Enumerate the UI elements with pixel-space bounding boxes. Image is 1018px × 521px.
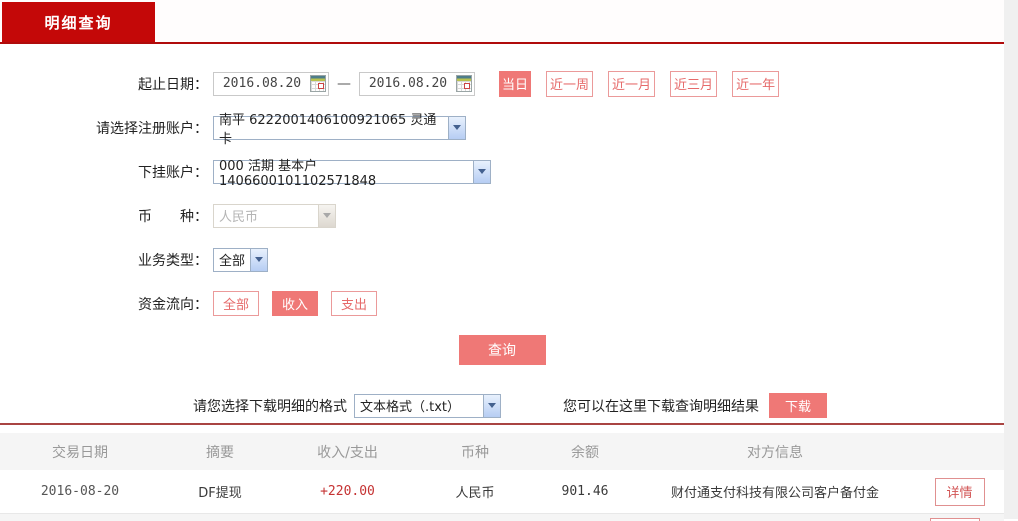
table-row: 2016-08-20 DF提现 +220.00 人民币 901.46 财付通支付… [0, 470, 1004, 514]
tab-bar: 明细查询 [0, 0, 1004, 44]
table-top-divider [0, 423, 1004, 425]
currency-label: 币 种： [138, 208, 208, 225]
table-partial-next-row [0, 514, 1004, 521]
header-summary: 摘要 [206, 444, 234, 461]
results-table: 交易日期 摘要 收入/支出 币种 余额 对方信息 2016-08-20 DF提现… [0, 433, 1004, 521]
fund-flow-income-button[interactable]: 收入 [272, 291, 318, 316]
date-range-row: 起止日期： 2016.08.20 — 2016.08.20 当日 近一周 近一月… [0, 70, 1004, 97]
date-range-separator: — [337, 75, 351, 92]
page-right-margin [1004, 0, 1018, 519]
sub-account-value: 000 活期 基本户 1406600101102571848 [219, 158, 377, 189]
tab-underline [0, 42, 1004, 44]
quick-range-quarter-button[interactable]: 近三月 [670, 70, 718, 97]
cell-balance: 901.46 [561, 484, 609, 499]
fund-flow-expense-button[interactable]: 支出 [331, 291, 377, 316]
table-header-row: 交易日期 摘要 收入/支出 币种 余额 对方信息 [0, 433, 1004, 470]
cell-summary: DF提现 [198, 486, 242, 501]
chevron-down-icon[interactable] [483, 394, 500, 417]
sub-account-row: 下挂账户： 000 活期 基本户 1406600101102571848 [0, 159, 1004, 189]
chevron-down-icon[interactable] [250, 248, 267, 271]
calendar-icon[interactable] [310, 75, 326, 92]
register-account-label: 请选择注册账户： [96, 120, 208, 137]
header-counterparty: 对方信息 [747, 444, 803, 461]
sub-account-label: 下挂账户： [138, 164, 208, 181]
detail-button[interactable]: 详情 [934, 477, 985, 506]
download-hint: 您可以在这里下载查询明细结果 [563, 398, 759, 415]
quick-range-today-button[interactable]: 当日 [499, 70, 532, 97]
page: 明细查询 起止日期： 2016.08.20 — 2016.08.20 当日 近一… [0, 0, 1018, 521]
download-format-label: 请您选择下载明细的格式 [193, 398, 347, 415]
chevron-down-icon[interactable] [448, 116, 465, 139]
register-account-row: 请选择注册账户： 南平 6222001406100921065 灵通卡 [0, 113, 1004, 147]
header-in-out: 收入/支出 [317, 444, 378, 461]
business-type-select[interactable]: 全部 [213, 247, 268, 272]
download-format-select[interactable]: 文本格式（.txt） [354, 393, 501, 418]
sub-account-select[interactable]: 000 活期 基本户 1406600101102571848 [213, 159, 491, 189]
currency-value: 人民币 [219, 210, 259, 225]
cell-amount: +220.00 [320, 484, 375, 499]
end-date-value: 2016.08.20 [368, 76, 448, 91]
query-button-row: 查询 [0, 335, 1004, 365]
cell-currency: 人民币 [455, 486, 495, 501]
business-type-label: 业务类型： [138, 252, 208, 269]
currency-select: 人民币 [213, 203, 336, 228]
download-button[interactable]: 下载 [769, 393, 827, 418]
chevron-down-icon[interactable] [473, 160, 490, 183]
start-date-input[interactable]: 2016.08.20 [213, 71, 329, 96]
tab-detail-query[interactable]: 明细查询 [2, 2, 155, 42]
start-date-value: 2016.08.20 [222, 76, 302, 91]
business-type-row: 业务类型： 全部 [0, 247, 1004, 272]
query-button[interactable]: 查询 [458, 335, 546, 365]
fund-flow-row: 资金流向： 全部 收入 支出 [0, 291, 1004, 316]
business-type-value: 全部 [219, 254, 246, 269]
chevron-down-icon [318, 204, 335, 227]
quick-range-week-button[interactable]: 近一周 [546, 70, 594, 97]
header-date: 交易日期 [52, 444, 108, 461]
download-format-value: 文本格式（.txt） [360, 400, 461, 415]
main-content: 明细查询 起止日期： 2016.08.20 — 2016.08.20 当日 近一… [0, 0, 1004, 521]
fund-flow-label: 资金流向： [138, 296, 208, 313]
end-date-input[interactable]: 2016.08.20 [359, 71, 475, 96]
header-balance: 余额 [571, 444, 599, 461]
date-range-label: 起止日期： [138, 76, 208, 93]
query-form: 起止日期： 2016.08.20 — 2016.08.20 当日 近一周 近一月… [0, 70, 1004, 365]
cell-date: 2016-08-20 [40, 484, 120, 499]
calendar-icon[interactable] [456, 75, 472, 92]
cell-counterparty: 财付通支付科技有限公司客户备付金 [670, 486, 879, 501]
download-row: 请您选择下载明细的格式 文本格式（.txt） 您可以在这里下载查询明细结果 下载 [0, 393, 1004, 418]
register-account-value: 南平 6222001406100921065 灵通卡 [219, 112, 437, 147]
quick-range-year-button[interactable]: 近一年 [732, 70, 780, 97]
fund-flow-all-button[interactable]: 全部 [213, 291, 259, 316]
currency-row: 币 种： 人民币 [0, 203, 1004, 228]
header-currency: 币种 [461, 444, 489, 461]
register-account-select[interactable]: 南平 6222001406100921065 灵通卡 [213, 113, 466, 147]
quick-range-month-button[interactable]: 近一月 [608, 70, 656, 97]
